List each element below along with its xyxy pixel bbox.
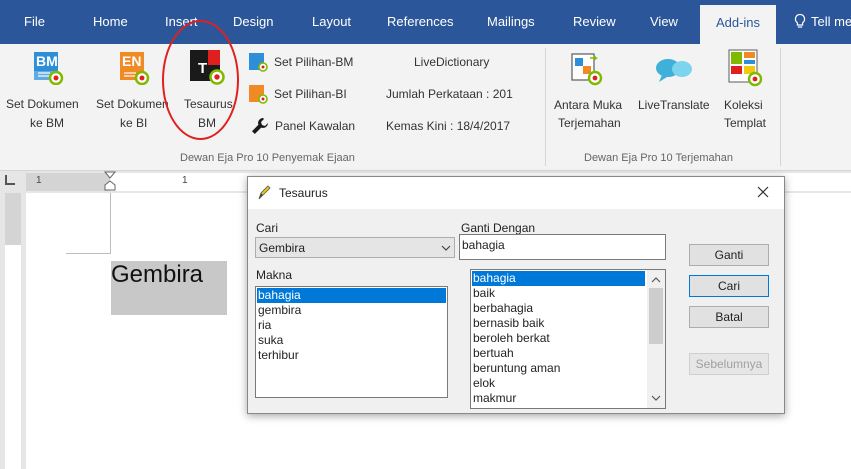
tab-design[interactable]: Design: [233, 14, 273, 29]
tab-selector-icon[interactable]: [5, 175, 15, 185]
dialog-titlebar[interactable]: Tesaurus: [248, 177, 784, 209]
cari-label: Cari: [256, 221, 279, 235]
ganti-dengan-label: Ganti Dengan: [461, 221, 536, 235]
tesaurus-dialog: Tesaurus Cari Gembira Ganti Dengan bahag…: [247, 176, 785, 414]
list-item[interactable]: makmur: [472, 391, 645, 406]
makna-label: Makna: [256, 268, 293, 282]
tab-home[interactable]: Home: [93, 14, 128, 29]
makna-list[interactable]: bahagia gembira ria suka terhibur: [255, 286, 448, 398]
live-translate-button[interactable]: LiveTranslate: [636, 44, 716, 144]
tab-references[interactable]: References: [387, 14, 453, 29]
highlight-circle: [162, 20, 239, 140]
bm-document-icon: BM: [32, 51, 64, 86]
cari-button[interactable]: Cari: [689, 275, 769, 297]
ribbon-body: BM Set Dokumen ke BM EN Set Dokumen ke B…: [0, 20, 851, 171]
batal-button[interactable]: Batal: [689, 306, 769, 328]
list-item[interactable]: gembira: [257, 303, 446, 318]
live-dictionary-button[interactable]: LiveDictionary: [414, 55, 489, 69]
set-pilihan-bi-button[interactable]: Set Pilihan-BI: [248, 84, 373, 104]
tab-layout[interactable]: Layout: [312, 14, 351, 29]
group-separator-2: [780, 48, 781, 166]
list-item[interactable]: beroleh berkat: [472, 331, 645, 346]
ganti-button[interactable]: Ganti: [689, 244, 769, 266]
list-item[interactable]: bahagia: [472, 271, 645, 286]
antara-muka-terjemahan-button[interactable]: Antara Muka Terjemahan: [552, 44, 636, 144]
translate-interface-icon: [570, 52, 604, 86]
list-item[interactable]: berbahagia: [472, 301, 645, 316]
margin-guide-vertical: [110, 193, 111, 253]
scrollbar-thumb[interactable]: [649, 288, 663, 344]
tab-view[interactable]: View: [650, 14, 678, 29]
list-item[interactable]: bernasib baik: [472, 316, 645, 331]
en-small-icon: [248, 84, 268, 104]
group-separator: [545, 48, 546, 166]
lightbulb-icon: [792, 13, 808, 29]
kemas-kini-label: Kemas Kini : 18/4/2017: [386, 119, 511, 133]
bm-small-icon: [248, 52, 268, 72]
scrollbar[interactable]: [647, 270, 665, 408]
tell-me-search[interactable]: Tell me: [811, 14, 851, 29]
group-label-terjemahan: Dewan Eja Pro 10 Terjemahan: [584, 152, 733, 164]
ganti-dengan-input[interactable]: bahagia: [459, 234, 666, 260]
chevron-down-icon: [440, 242, 452, 254]
group-label-penyemak-ejaan: Dewan Eja Pro 10 Penyemak Ejaan: [180, 152, 355, 164]
tab-file[interactable]: File: [24, 14, 45, 29]
tab-add-ins[interactable]: Add-ins: [700, 5, 776, 44]
sebelumnya-button[interactable]: Sebelumnya: [689, 353, 769, 375]
chevron-down-icon[interactable]: [650, 392, 662, 402]
speech-bubbles-icon: [654, 56, 694, 84]
chevron-up-icon[interactable]: [650, 274, 662, 284]
vertical-ruler: [0, 193, 26, 469]
set-pilihan-bm-button[interactable]: Set Pilihan-BM: [248, 52, 373, 72]
list-item[interactable]: terhibur: [257, 348, 446, 363]
wrench-icon: [250, 116, 270, 136]
jumlah-perkataan-label: Jumlah Perkataan : 201: [386, 87, 513, 101]
synonym-list[interactable]: bahagia baik berbahagia bernasib baik be…: [470, 269, 666, 409]
ribbon-tab-bar: File Home Insert Design Layout Reference…: [0, 0, 851, 44]
koleksi-templat-button[interactable]: Koleksi Templat: [716, 44, 778, 144]
list-item[interactable]: ria: [257, 318, 446, 333]
list-item[interactable]: beruntung aman: [472, 361, 645, 376]
close-icon[interactable]: [754, 183, 772, 201]
margin-guide-horizontal: [66, 253, 111, 254]
indent-marker-icon[interactable]: [103, 171, 117, 191]
list-item[interactable]: baik: [472, 286, 645, 301]
set-dokumen-bm-button[interactable]: BM Set Dokumen ke BM: [0, 44, 100, 144]
list-item[interactable]: bahagia: [257, 288, 446, 303]
list-item[interactable]: bertuah: [472, 346, 645, 361]
tab-mailings[interactable]: Mailings: [487, 14, 535, 29]
list-item[interactable]: suka: [257, 333, 446, 348]
list-item[interactable]: elok: [472, 376, 645, 391]
document-selected-word[interactable]: Gembira: [111, 261, 203, 289]
template-collection-icon: [728, 49, 764, 87]
tab-review[interactable]: Review: [573, 14, 616, 29]
pencil-icon: [256, 184, 272, 202]
dialog-title: Tesaurus: [279, 186, 328, 200]
cari-dropdown[interactable]: Gembira: [255, 237, 455, 258]
panel-kawalan-button[interactable]: Panel Kawalan: [248, 116, 373, 136]
en-document-icon: EN: [118, 51, 150, 86]
